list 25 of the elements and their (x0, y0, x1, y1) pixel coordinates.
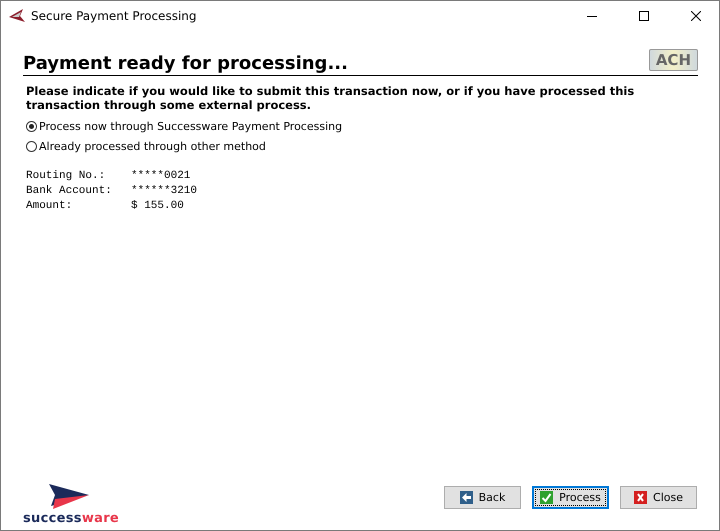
detail-label: Amount: (26, 199, 74, 214)
logo-text: successware (23, 511, 120, 526)
app-icon (9, 9, 25, 23)
close-button[interactable]: Close (620, 486, 697, 509)
process-button[interactable]: Process (532, 486, 609, 509)
logo-arrow-icon (49, 484, 89, 510)
back-arrow-icon (460, 491, 473, 504)
radio-label[interactable]: Already processed through other method (39, 140, 266, 153)
detail-label: Routing No.: (26, 169, 106, 184)
detail-label: Bank Account: (26, 184, 113, 199)
detail-value: $ 155.00 (131, 199, 185, 214)
close-icon (634, 491, 648, 504)
window-title: Secure Payment Processing (31, 9, 196, 23)
ach-badge: ACH (648, 49, 698, 71)
radio-button[interactable] (26, 141, 37, 152)
back-button[interactable]: Back (444, 486, 521, 509)
page-heading: Payment ready for processing... (23, 53, 348, 74)
detail-value: *****0021 (131, 169, 192, 184)
radio-label[interactable]: Process now through Successware Payment Processing (39, 120, 342, 133)
maximize-icon[interactable] (639, 11, 649, 21)
detail-value: ******3210 (131, 184, 198, 199)
check-icon (540, 491, 554, 504)
instruction-text: Please indicate if you would like to submit this transaction now, or if you have processed this transaction through some external process. (26, 84, 636, 112)
radio-button[interactable] (26, 121, 37, 132)
close-icon[interactable] (691, 11, 701, 21)
